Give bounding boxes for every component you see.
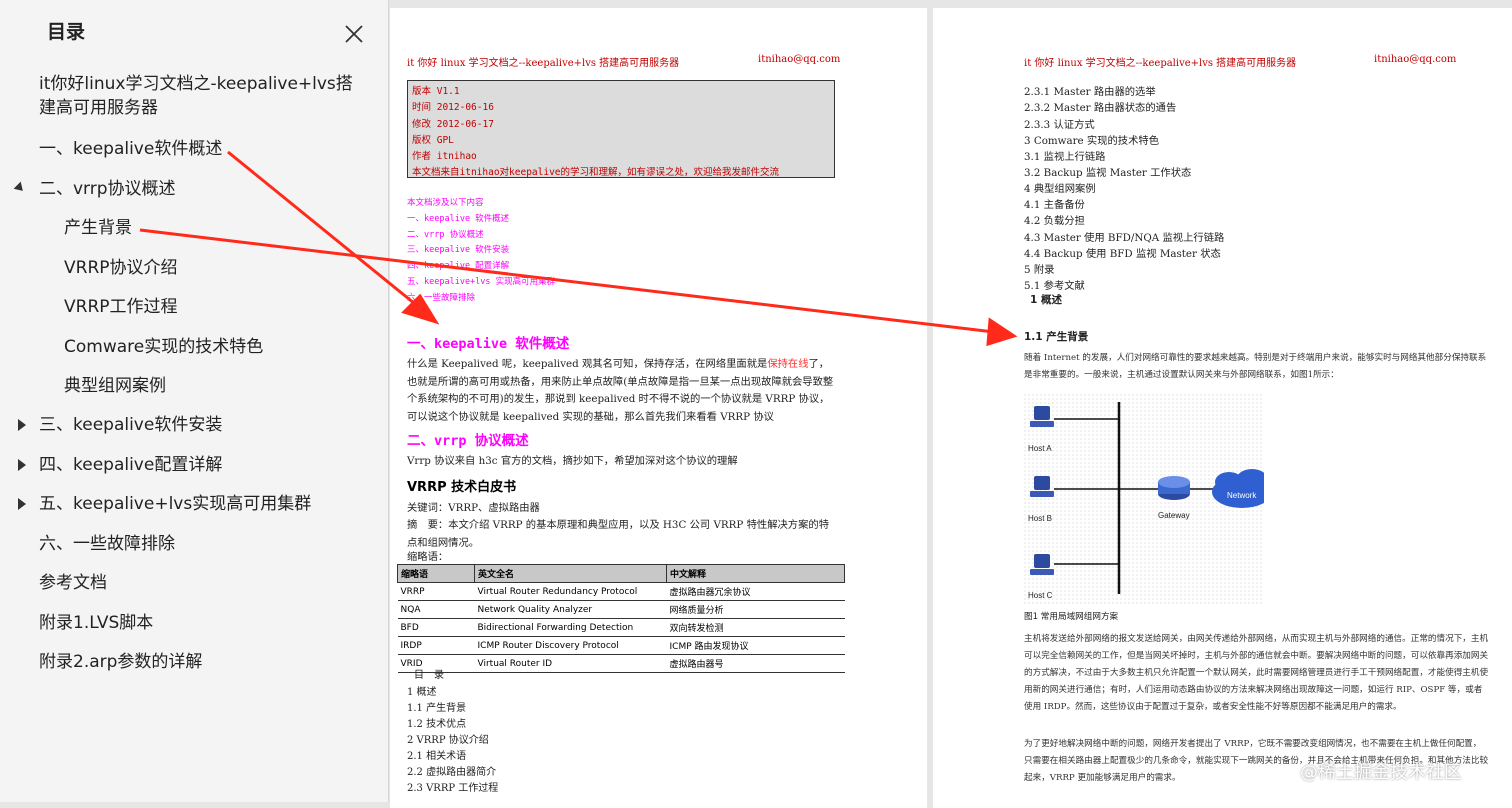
arrow-line [139, 228, 995, 334]
annotation-arrows [139, 150, 1018, 347]
arrow-head [986, 317, 1018, 347]
arrow-line [227, 150, 421, 310]
watermark: @稀土掘金技术社区 [1300, 762, 1462, 783]
